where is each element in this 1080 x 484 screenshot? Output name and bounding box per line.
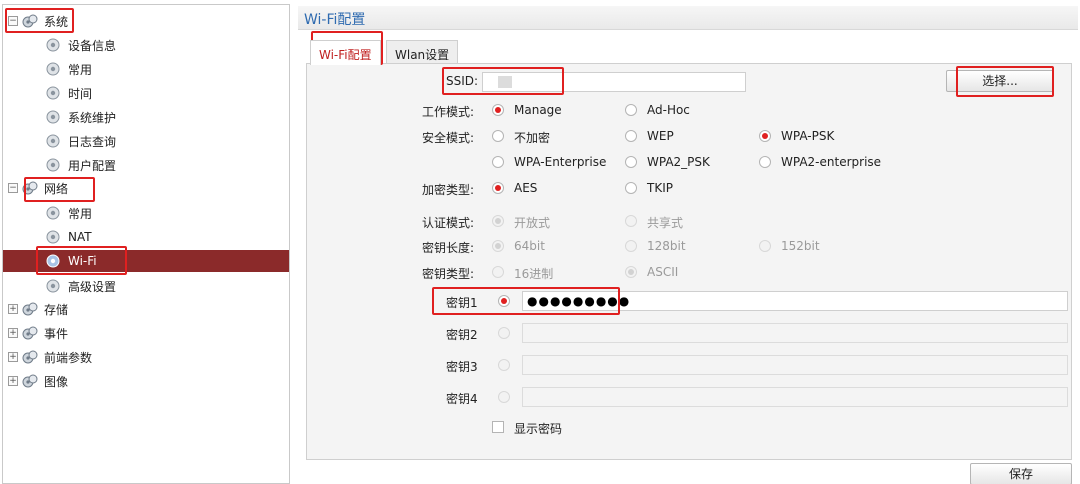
gear-cluster-icon: [22, 181, 38, 195]
ssid-input[interactable]: [482, 72, 746, 92]
security-mode-label: 安全模式:: [422, 131, 475, 145]
work-mode-label: 工作模式:: [422, 105, 475, 119]
tree-label-network: 网络: [44, 181, 69, 196]
tree-item-advanced[interactable]: 高级设置: [46, 275, 116, 297]
radio-wpa-enterprise[interactable]: [492, 156, 504, 168]
expand-icon[interactable]: +: [8, 352, 18, 362]
tree-node-image[interactable]: + 图像: [8, 370, 68, 392]
radio-key2: [498, 327, 510, 339]
expand-icon[interactable]: +: [8, 328, 18, 338]
key3-label: 密钥3: [446, 360, 478, 374]
collapse-icon[interactable]: −: [8, 16, 18, 26]
tree-node-system[interactable]: − 系统: [8, 10, 68, 32]
show-password-checkbox[interactable]: [492, 421, 504, 433]
expand-icon[interactable]: +: [8, 304, 18, 314]
radio-ad-hoc[interactable]: [625, 104, 637, 116]
gear-cluster-icon: [22, 302, 38, 316]
save-button[interactable]: 保存: [970, 463, 1072, 484]
tree-node-storage[interactable]: + 存储: [8, 298, 68, 320]
gear-icon: [46, 279, 60, 293]
gear-cluster-icon: [22, 374, 38, 388]
key2-label: 密钥2: [446, 328, 478, 342]
key1-input[interactable]: [522, 291, 1068, 311]
tree-item-common[interactable]: 常用: [46, 58, 92, 80]
auth-mode-label: 认证模式:: [422, 216, 475, 230]
collapse-icon[interactable]: −: [8, 183, 18, 193]
gear-icon: [46, 230, 60, 244]
radio-manage[interactable]: [492, 104, 504, 116]
tree-item-device-info[interactable]: 设备信息: [46, 34, 116, 56]
show-password-label: 显示密码: [514, 422, 563, 436]
gear-icon: [46, 62, 60, 76]
key1-label: 密钥1: [446, 296, 478, 310]
radio-hex: [492, 266, 504, 278]
ssid-label: SSID:: [446, 74, 479, 88]
gear-icon: [46, 158, 60, 172]
tree-node-events[interactable]: + 事件: [8, 322, 68, 344]
ssid-redacted-block: [498, 76, 512, 88]
encryption-type-label: 加密类型:: [422, 183, 475, 197]
gear-icon: [46, 38, 60, 52]
key4-label: 密钥4: [446, 392, 478, 406]
gear-cluster-icon: [22, 14, 38, 28]
radio-ascii: [625, 266, 637, 278]
radio-no-encryption[interactable]: [492, 130, 504, 142]
tree-item-network-common[interactable]: 常用: [46, 202, 92, 224]
radio-aes[interactable]: [492, 182, 504, 194]
gear-icon: [46, 86, 60, 100]
radio-wpa-psk[interactable]: [759, 130, 771, 142]
radio-wpa2-psk[interactable]: [625, 156, 637, 168]
radio-152bit: [759, 240, 771, 252]
tree-node-network[interactable]: − 网络: [8, 177, 68, 199]
tree-node-frontend-params[interactable]: + 前端参数: [8, 346, 92, 368]
tree-item-maintenance[interactable]: 系统维护: [46, 106, 116, 128]
gear-icon: [46, 110, 60, 124]
tab-wifi-config[interactable]: Wi-Fi配置: [310, 40, 381, 65]
radio-128bit: [625, 240, 637, 252]
key4-input: [522, 387, 1068, 407]
gear-icon: [46, 254, 60, 268]
page-header: Wi-Fi配置: [298, 6, 1078, 30]
radio-key4: [498, 391, 510, 403]
gear-cluster-icon: [22, 326, 38, 340]
select-ssid-button[interactable]: 选择...: [946, 70, 1054, 92]
radio-shared-auth: [625, 215, 637, 227]
tree-item-log-query[interactable]: 日志查询: [46, 130, 116, 152]
radio-wpa2-enterprise[interactable]: [759, 156, 771, 168]
key2-input: [522, 323, 1068, 343]
tree-item-wifi[interactable]: Wi-Fi: [3, 250, 289, 272]
radio-key3: [498, 359, 510, 371]
expand-icon[interactable]: +: [8, 376, 18, 386]
gear-icon: [46, 134, 60, 148]
tree-item-time[interactable]: 时间: [46, 82, 92, 104]
tab-wlan-settings[interactable]: Wlan设置: [386, 40, 459, 64]
radio-64bit: [492, 240, 504, 252]
key3-input: [522, 355, 1068, 375]
radio-wep[interactable]: [625, 130, 637, 142]
tab-bar: Wi-Fi配置 Wlan设置: [306, 40, 1072, 65]
radio-open-auth: [492, 215, 504, 227]
tree-item-nat[interactable]: NAT: [46, 226, 92, 248]
radio-key1[interactable]: [498, 295, 510, 307]
page-title: Wi-Fi配置: [304, 12, 366, 28]
gear-cluster-icon: [22, 350, 38, 364]
radio-tkip[interactable]: [625, 182, 637, 194]
tree-item-user-config[interactable]: 用户配置: [46, 154, 116, 176]
tree-label-system: 系统: [44, 14, 69, 29]
gear-icon: [46, 206, 60, 220]
key-type-label: 密钥类型:: [422, 267, 475, 281]
key-length-label: 密钥长度:: [422, 241, 475, 255]
